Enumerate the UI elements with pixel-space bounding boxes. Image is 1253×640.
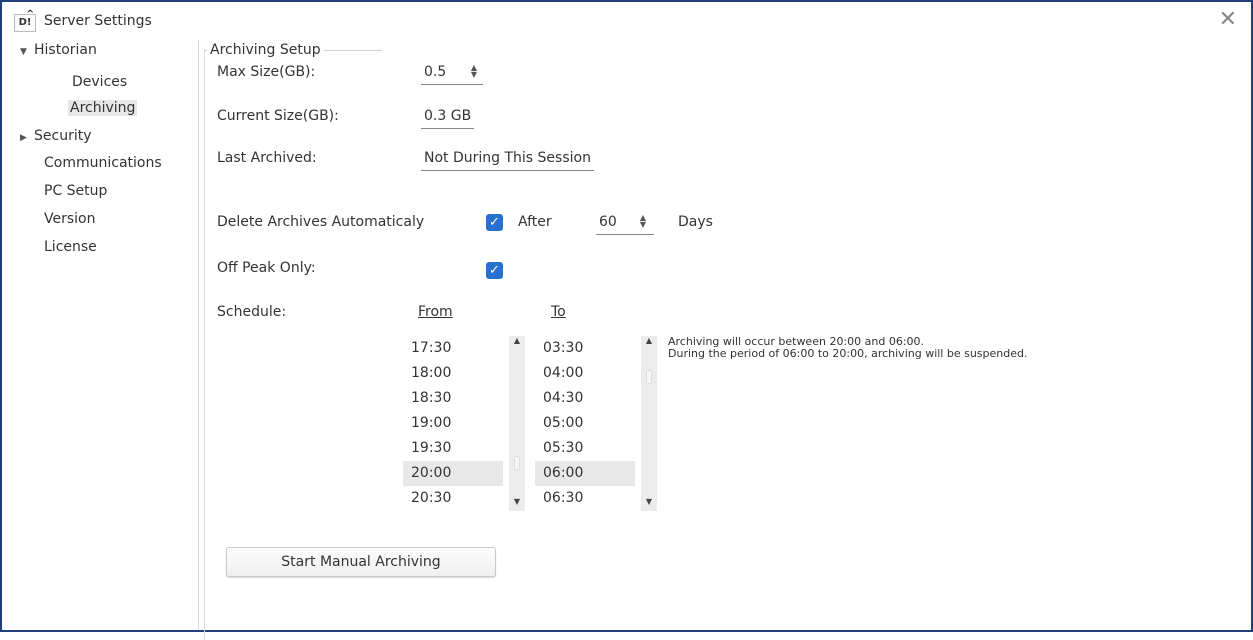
title-bar: ^ D! Server Settings ✕	[2, 2, 1251, 40]
sidebar-item-pc-setup[interactable]: PC Setup	[44, 183, 107, 199]
off-peak-label: Off Peak Only:	[217, 260, 316, 276]
from-column-header[interactable]: From	[418, 304, 453, 320]
current-size-label: Current Size(GB):	[217, 108, 339, 124]
list-item-selected[interactable]: 06:00	[535, 461, 635, 486]
start-manual-archiving-button[interactable]: Start Manual Archiving	[226, 547, 496, 577]
settings-sidebar: ▼ Historian Devices Archiving ▶ Security C…	[2, 40, 199, 630]
list-item[interactable]: 06:30	[535, 486, 635, 511]
sidebar-item-version[interactable]: Version	[44, 211, 95, 227]
sidebar-item-security[interactable]: ▶ Security	[20, 128, 92, 144]
spin-down-icon[interactable]: ▼	[638, 221, 648, 229]
list-item[interactable]: 03:30	[535, 336, 635, 361]
list-item[interactable]: 04:30	[535, 386, 635, 411]
sidebar-item-devices[interactable]: Devices	[72, 74, 127, 90]
server-settings-window: ^ D! Server Settings ✕ ▼ Historian Device…	[0, 0, 1253, 640]
group-border	[204, 50, 205, 640]
list-item[interactable]: 20:30	[403, 486, 503, 511]
last-archived-value: Not During This Session	[421, 150, 594, 171]
app-logo-icon: ^ D!	[14, 9, 36, 32]
to-time-list[interactable]: 03:30 04:00 04:30 05:00 05:30 06:00 06:3…	[535, 336, 657, 511]
to-list-scrollbar[interactable]: ▲ ▼	[641, 336, 657, 511]
list-item[interactable]: 18:30	[403, 386, 503, 411]
list-item[interactable]: 18:00	[403, 361, 503, 386]
days-label: Days	[678, 214, 713, 230]
schedule-note-line-2: During the period of 06:00 to 20:00, arc…	[668, 347, 1028, 360]
max-size-label: Max Size(GB):	[217, 64, 316, 80]
close-icon[interactable]: ✕	[1219, 8, 1237, 32]
check-icon: ✓	[489, 215, 500, 230]
last-archived-label: Last Archived:	[217, 150, 317, 166]
off-peak-checkbox[interactable]: ✓	[486, 262, 503, 279]
check-icon: ✓	[489, 263, 500, 278]
sidebar-item-license[interactable]: License	[44, 239, 97, 255]
scroll-down-icon[interactable]: ▼	[641, 497, 657, 511]
schedule-note: Archiving will occur between 20:00 and 0…	[668, 336, 1028, 360]
from-time-list[interactable]: 17:30 18:00 18:30 19:00 19:30 20:00 20:3…	[403, 336, 525, 511]
current-size-value: 0.3 GB	[421, 108, 475, 129]
list-item[interactable]: 19:00	[403, 411, 503, 436]
list-item[interactable]: 05:30	[535, 436, 635, 461]
sidebar-item-label: Historian	[34, 42, 97, 58]
schedule-label: Schedule:	[217, 304, 287, 320]
to-column-header[interactable]: To	[551, 304, 566, 320]
caret-up-icon: ^	[26, 9, 35, 20]
list-item[interactable]: 19:30	[403, 436, 503, 461]
after-label: After	[518, 214, 552, 230]
scroll-up-icon[interactable]: ▲	[641, 336, 657, 350]
sidebar-item-archiving[interactable]: Archiving	[68, 100, 138, 116]
sidebar-item-label: Security	[34, 128, 92, 144]
expand-down-icon[interactable]: ▼	[20, 47, 34, 57]
scroll-thumb[interactable]	[514, 456, 520, 470]
list-item[interactable]: 05:00	[535, 411, 635, 436]
spin-down-icon[interactable]: ▼	[469, 71, 479, 79]
sidebar-item-historian[interactable]: ▼ Historian	[20, 42, 97, 58]
window-title: Server Settings	[44, 13, 152, 29]
delete-auto-checkbox[interactable]: ✓	[486, 214, 503, 231]
scroll-thumb[interactable]	[646, 370, 652, 384]
delete-auto-label: Delete Archives Automaticaly	[217, 214, 425, 230]
list-item-selected[interactable]: 20:00	[403, 461, 503, 486]
scroll-up-icon[interactable]: ▲	[509, 336, 525, 350]
group-title: Archiving Setup	[207, 42, 324, 58]
expand-right-icon[interactable]: ▶	[20, 133, 34, 143]
list-item[interactable]: 17:30	[403, 336, 503, 361]
max-size-spinner[interactable]: ▲ ▼	[469, 64, 479, 80]
sidebar-item-communications[interactable]: Communications	[44, 155, 162, 171]
after-days-spinner[interactable]: ▲ ▼	[638, 214, 648, 230]
from-list-scrollbar[interactable]: ▲ ▼	[509, 336, 525, 511]
scroll-down-icon[interactable]: ▼	[509, 497, 525, 511]
archiving-panel: Archiving Setup Max Size(GB): 0.5 ▲ ▼ Cu…	[199, 40, 1251, 640]
list-item[interactable]: 04:00	[535, 361, 635, 386]
